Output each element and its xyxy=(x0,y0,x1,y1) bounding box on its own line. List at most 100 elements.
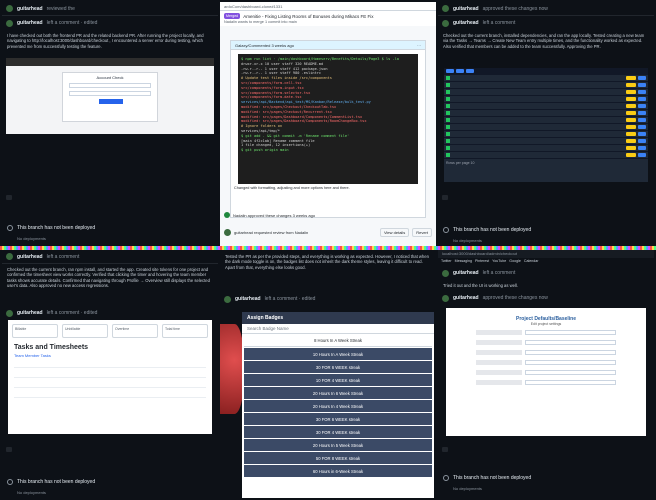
form-title: Project Defaults/Baseline xyxy=(515,316,577,322)
avatar[interactable] xyxy=(442,5,449,12)
smile-icon[interactable] xyxy=(6,195,12,200)
bookmark-item[interactable]: Calendar xyxy=(524,259,539,265)
header-action: approved these changes now xyxy=(482,5,548,12)
deploy-title: This branch has not been deployed xyxy=(453,227,532,233)
comment-user[interactable]: guitarhead xyxy=(17,310,43,316)
panel-timesheets-comment: guitarhead left a comment Checked out th… xyxy=(2,250,218,498)
smile-icon[interactable] xyxy=(442,447,448,452)
view-details-button[interactable]: View details xyxy=(379,228,410,237)
comment-meta: left a comment · edited xyxy=(46,20,98,26)
comment-user[interactable]: guitarhead xyxy=(17,20,43,26)
summary-card: Billable xyxy=(12,324,58,338)
bookmark-item[interactable]: Google xyxy=(509,259,521,265)
screenshot-teams-table: Rows per page 10 xyxy=(444,68,648,182)
deploy-title: This branch has not been deployed xyxy=(17,225,96,231)
rocket-icon xyxy=(7,479,13,485)
header-action: reviewed the xyxy=(46,5,75,12)
comment-header: guitarhead left a comment xyxy=(438,266,654,280)
login-submit xyxy=(99,99,123,104)
deploy-title: This branch has not been deployed xyxy=(17,479,96,485)
badge-item[interactable]: 50 FOR 8 WEEK streak xyxy=(244,452,432,464)
avatar[interactable] xyxy=(6,5,13,12)
terminal-line: $ git push origin main xyxy=(241,148,289,153)
comment-user[interactable]: guitarhead xyxy=(453,20,479,26)
header-user[interactable]: guitarhead xyxy=(453,6,479,12)
badge-item[interactable]: 30 FOR 6 WEEK streak xyxy=(244,413,432,425)
smile-icon[interactable] xyxy=(6,447,12,452)
table-row xyxy=(444,138,648,145)
badge-item[interactable]: 30 FOR 4 WEEK streak xyxy=(244,426,432,438)
avatar[interactable] xyxy=(224,295,231,303)
avatar[interactable] xyxy=(442,294,449,302)
rocket-icon xyxy=(443,475,449,481)
bookmark-bar: Twitter Messaging Pinterest YouTube Goog… xyxy=(438,258,654,266)
header-user[interactable]: guitarhead xyxy=(17,6,43,12)
badge-item[interactable]: 20 Hours In 4 Week Streak xyxy=(244,400,432,412)
table-row xyxy=(444,89,648,96)
badge-item[interactable]: 10 FOR 4 WEEK streak xyxy=(244,374,432,386)
deploy-sub: No deployments xyxy=(17,235,46,241)
table-row xyxy=(444,131,648,138)
badge-search-input[interactable]: Search Badge Name xyxy=(242,324,434,334)
table-footer: Rows per page 10 xyxy=(444,159,648,166)
list-item xyxy=(14,370,206,378)
url-bar[interactable]: localhost:3000/dashboard/admin/checkout xyxy=(442,251,517,257)
summary-card: Total time xyxy=(162,324,208,338)
comment-reactions xyxy=(2,446,218,454)
login-title: Account Check xyxy=(96,75,124,80)
bookmark-item[interactable]: Messaging xyxy=(455,259,472,265)
page-sub: Team Member Tasks xyxy=(14,353,51,358)
comment-reactions xyxy=(438,194,654,202)
approved-user[interactable]: guitarhead xyxy=(453,295,479,301)
comment-meta: left a comment xyxy=(482,20,516,26)
comment-footer: Changed with formatting, adjusting and m… xyxy=(234,186,350,190)
deploy-sub: No deployments xyxy=(453,237,482,243)
smile-icon[interactable] xyxy=(442,195,448,200)
form-row xyxy=(476,340,616,346)
badge-item[interactable]: 20 Hours In 5 Week Streak xyxy=(244,439,432,451)
form-row xyxy=(476,360,616,366)
timeline-header: guitarhead left a comment xyxy=(2,250,218,264)
avatar[interactable] xyxy=(6,253,13,260)
approved-event: Nadalin approved these changes 3 weeks a… xyxy=(224,212,315,218)
review-request-event: guitarhead requested review from Nadalin… xyxy=(224,228,432,237)
comment-box-header: Galaxy/Commented 3 weeks ago ··· xyxy=(231,41,425,50)
list-item xyxy=(14,380,206,388)
avatar[interactable] xyxy=(6,309,13,317)
panel-project-defaults: localhost:3000/dashboard/admin/checkout … xyxy=(438,250,654,498)
table-row xyxy=(444,82,648,89)
table-row xyxy=(444,103,648,110)
badge-item[interactable]: 10 Hours In A Week Streak xyxy=(244,348,432,360)
badge-item[interactable]: 8 Hours In A Week Streak xyxy=(244,335,432,347)
form-row xyxy=(476,330,616,336)
deploy-sub: No deployments xyxy=(17,489,46,495)
comment-header: guitarhead left a comment xyxy=(438,16,654,30)
avatar[interactable] xyxy=(6,19,13,27)
badge-item[interactable]: 30 FOR 6 WEEK streak xyxy=(244,361,432,373)
pr-title: Amenitie - Fixing Listing Rooms of Bonus… xyxy=(243,13,374,19)
panel-badges-comment: Tested the PR as per the provided steps,… xyxy=(220,250,436,498)
bookmark-item[interactable]: Twitter xyxy=(441,259,452,265)
comment-user[interactable]: guitarhead xyxy=(235,296,261,302)
badge-item[interactable]: 60 Hours in 6-Week Streak xyxy=(244,465,432,477)
badge-item[interactable]: 20 Hours In 6 Week Streak xyxy=(244,387,432,399)
comment-body: Tried it out and the UI is working as we… xyxy=(443,283,519,288)
bookmark-item[interactable]: YouTube xyxy=(492,259,506,265)
header-user[interactable]: guitarhead xyxy=(17,254,43,260)
page-title: Tasks and Timesheets xyxy=(14,344,89,351)
more-icon[interactable]: ··· xyxy=(417,43,421,48)
comment-user[interactable]: guitarhead xyxy=(453,270,479,276)
avatar[interactable] xyxy=(442,19,449,27)
pr-sub: Nadalin wants to merge 1 commit into mai… xyxy=(224,20,297,24)
summary-card: Overtime xyxy=(112,324,158,338)
bookmark-item[interactable]: Pinterest xyxy=(475,259,489,265)
table-row xyxy=(444,124,648,131)
avatar[interactable] xyxy=(442,269,449,277)
table-row xyxy=(444,152,648,159)
screenshot-timesheets: Billable Unbillable Overtime Total time … xyxy=(8,320,212,434)
avatar[interactable] xyxy=(224,229,231,236)
revert-button[interactable]: Revert xyxy=(412,228,432,237)
request-text: guitarhead requested review from Nadalin xyxy=(234,230,309,235)
comment-meta: left a comment · edited xyxy=(46,310,98,316)
repo-link[interactable]: ardoCom/dashboard-clone#1331 xyxy=(220,2,436,11)
